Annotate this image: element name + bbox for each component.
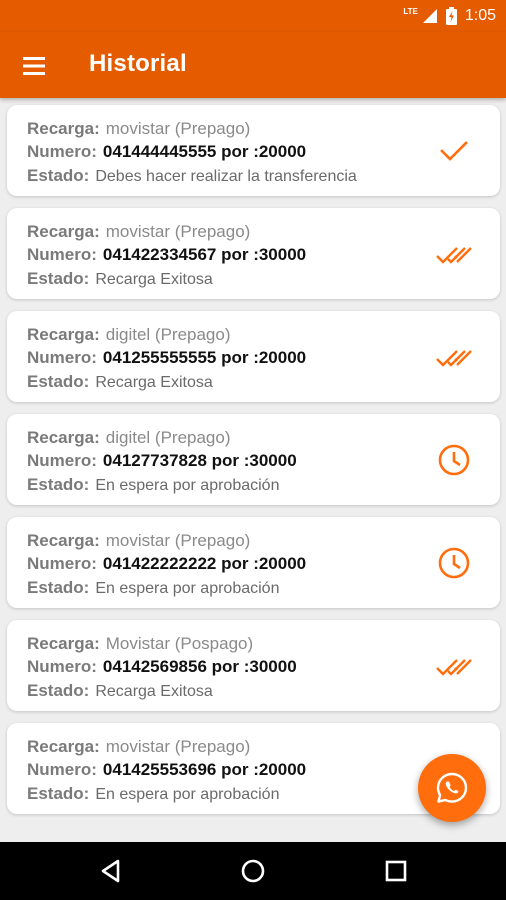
status-value: Debes hacer realizar la transferencia: [95, 168, 357, 185]
operator-value: movistar (Prepago): [105, 531, 251, 550]
estado-label: Estado:: [27, 269, 90, 288]
history-card[interactable]: Recarga: digitel (Prepago) Numero: 0412555…: [7, 311, 500, 402]
recarga-label: Recarga:: [27, 634, 100, 653]
number-value: 041422334567 por :30000: [102, 245, 307, 264]
numero-label: Numero:: [27, 760, 97, 779]
numero-label: Numero:: [27, 142, 97, 161]
operator-value: movistar (Prepago): [105, 222, 251, 241]
number-value: 041422222222 por :20000: [102, 554, 307, 573]
app-bar: Historial: [0, 32, 506, 98]
estado-label: Estado:: [27, 475, 90, 494]
estado-label: Estado:: [27, 166, 90, 185]
menu-icon[interactable]: [20, 52, 48, 80]
status-value: Recarga Exitosa: [95, 271, 213, 288]
status-time: 1:05: [464, 7, 496, 24]
status-bar: LTE 1:05: [0, 0, 506, 32]
back-icon[interactable]: [96, 856, 126, 886]
history-list[interactable]: Recarga: movistar (Prepago) Numero: 041444…: [0, 98, 506, 842]
whatsapp-icon: [436, 772, 468, 803]
estado-label: Estado:: [27, 578, 90, 597]
number-value: 04127737828 por :30000: [102, 451, 297, 470]
history-card[interactable]: Recarga: movistar (Prepago) Numero: 041444…: [7, 105, 500, 196]
recents-icon[interactable]: [381, 856, 411, 886]
numero-label: Numero:: [27, 451, 97, 470]
numero-label: Numero:: [27, 657, 97, 676]
history-card[interactable]: Recarga: movistar (Prepago) Numero: 041422…: [7, 517, 500, 608]
estado-label: Estado:: [27, 372, 90, 391]
operator-value: digitel (Prepago): [105, 428, 231, 447]
history-card[interactable]: Recarga: Movistar (Pospago) Numero: 041425…: [7, 620, 500, 711]
navigation-bar: [0, 842, 506, 900]
numero-label: Numero:: [27, 554, 97, 573]
recarga-label: Recarga:: [27, 531, 100, 550]
clock-icon: [438, 444, 470, 476]
operator-value: digitel (Prepago): [105, 325, 231, 344]
estado-label: Estado:: [27, 681, 90, 700]
recarga-label: Recarga:: [27, 737, 100, 756]
operator-value: movistar (Prepago): [105, 119, 251, 138]
recarga-label: Recarga:: [27, 222, 100, 241]
number-value: 041444445555 por :20000: [102, 142, 307, 161]
battery-icon: [445, 7, 457, 25]
operator-value: Movistar (Pospago): [105, 634, 254, 653]
signal-icon: [422, 9, 437, 23]
number-value: 041255555555 por :20000: [102, 348, 307, 367]
numero-label: Numero:: [27, 245, 97, 264]
history-card[interactable]: Recarga: movistar (Prepago) Numero: 041422…: [7, 208, 500, 299]
status-value: En espera por aprobación: [95, 477, 280, 494]
page-title: Historial: [89, 50, 187, 77]
status-value: Recarga Exitosa: [95, 374, 213, 391]
check-icon: [440, 141, 468, 161]
clock-icon: [438, 547, 470, 579]
history-card[interactable]: Recarga: digitel (Prepago) Numero: 0412773…: [7, 414, 500, 505]
double-check-icon: [436, 247, 472, 264]
recarga-label: Recarga:: [27, 325, 100, 344]
number-value: 04142569856 por :30000: [102, 657, 297, 676]
operator-value: movistar (Prepago): [105, 737, 251, 756]
status-value: Recarga Exitosa: [95, 683, 213, 700]
recarga-label: Recarga:: [27, 119, 100, 138]
double-check-icon: [436, 350, 472, 367]
number-value: 041425553696 por :20000: [102, 760, 307, 779]
numero-label: Numero:: [27, 348, 97, 367]
recarga-label: Recarga:: [27, 428, 100, 447]
home-icon[interactable]: [238, 856, 268, 886]
double-check-icon: [436, 659, 472, 676]
status-value: En espera por aprobación: [95, 580, 280, 597]
whatsapp-button[interactable]: [418, 754, 486, 822]
lte-indicator: LTE: [403, 6, 418, 16]
estado-label: Estado:: [27, 784, 90, 803]
status-value: En espera por aprobación: [95, 786, 280, 803]
